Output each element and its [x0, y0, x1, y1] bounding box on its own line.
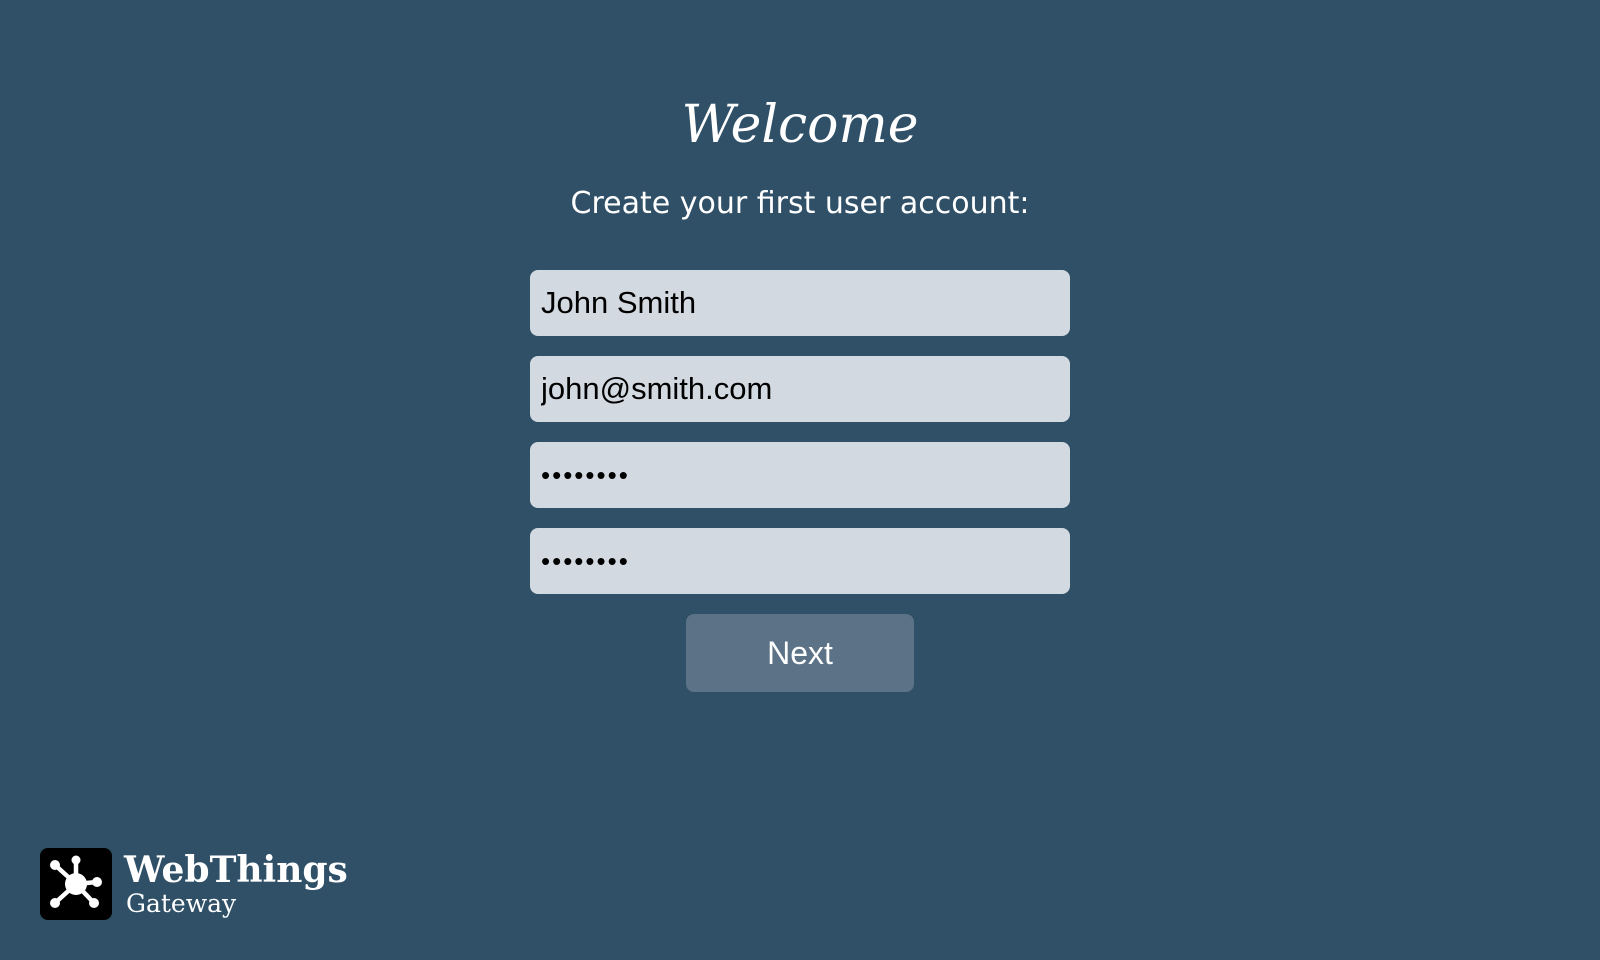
- next-button[interactable]: Next: [686, 614, 914, 692]
- logo-text: WebThings Gateway: [124, 850, 348, 918]
- page-title: Welcome: [681, 95, 919, 155]
- confirm-password-field[interactable]: [530, 528, 1070, 594]
- page-subtitle: Create your first user account:: [570, 186, 1030, 221]
- logo-brand: WebThings: [124, 849, 348, 891]
- email-field[interactable]: [530, 356, 1070, 422]
- logo-product: Gateway: [126, 889, 237, 918]
- password-field[interactable]: [530, 442, 1070, 508]
- name-field[interactable]: [530, 270, 1070, 336]
- webthings-logo: WebThings Gateway: [40, 848, 348, 920]
- webthings-logo-icon: [40, 848, 112, 920]
